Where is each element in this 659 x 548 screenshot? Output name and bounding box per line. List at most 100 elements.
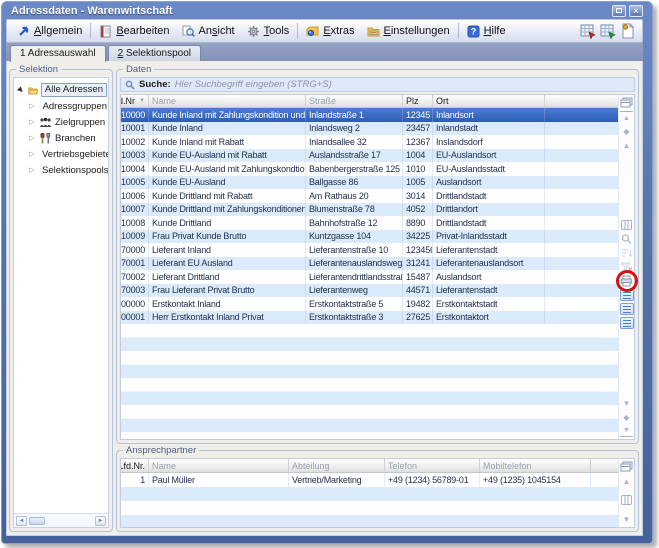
tree-item-zielgruppen[interactable]: ▷ Zielgruppen: [28, 114, 107, 130]
column-header-name[interactable]: Name: [149, 459, 289, 472]
tree-item-selektionspools[interactable]: ▷ Selektionspools: [28, 162, 107, 178]
cell-name: Paul Müller: [149, 473, 289, 487]
table-row[interactable]: 10004 Kunde EU-Ausland mit Zahlungskondt…: [121, 162, 618, 176]
cell-name: Kunde EU-Ausland: [149, 176, 306, 190]
table-row[interactable]: 70001 Lieferant EU Ausland Lieferantenau…: [121, 257, 618, 271]
list-view-icon[interactable]: [620, 317, 634, 329]
table-row[interactable]: 10007 Kunde Drittland mit Zahlungskondit…: [121, 203, 618, 217]
column-header-plz[interactable]: Plz: [403, 95, 433, 107]
cell-strasse: Blumenstraße 78: [306, 203, 403, 217]
table-row[interactable]: 10008 Kunde Drittland Bahnhofstraße 12 8…: [121, 216, 618, 230]
table-row[interactable]: 10005 Kunde EU-Ausland Ballgasse 86 1005…: [121, 176, 618, 190]
horizontal-scrollbar[interactable]: ◄ ►: [14, 513, 108, 527]
tree-item-label: Adressgruppen: [43, 101, 107, 112]
scrollbar-thumb[interactable]: [29, 517, 45, 525]
expander-collapsed-icon[interactable]: ▷: [28, 150, 36, 158]
table-row[interactable]: 10000 Kunde Inland mit Zahlungskondition…: [121, 108, 618, 122]
tree-item-alle-adressen[interactable]: ▶ Alle Adressen: [17, 82, 107, 98]
tree-item-vertriebsgebiete[interactable]: ▷ Vertriebsgebiete: [28, 146, 107, 162]
expander-collapsed-icon[interactable]: ▷: [28, 166, 36, 174]
scroll-bottom-icon[interactable]: ▼: [620, 425, 633, 437]
scroll-down-icon[interactable]: ▼: [620, 513, 633, 525]
table-row[interactable]: 100001 Herr Erstkontakt Inland Privat Er…: [121, 311, 618, 325]
scroll-right-icon[interactable]: ►: [95, 516, 106, 526]
cell-ort: Auslandsort: [433, 176, 545, 190]
cell-strasse: Kuntzgasse 104: [306, 230, 403, 244]
grid-export-green-icon[interactable]: [600, 23, 616, 39]
clear-filter-icon[interactable]: [620, 261, 633, 273]
tab-adressauswahl[interactable]: 1 Adressauswahl: [10, 45, 106, 62]
cell-strasse: Lieferantenstraße 10: [306, 243, 403, 257]
print-icon[interactable]: [620, 275, 633, 287]
titlebar[interactable]: Adressdaten - Warenwirtschaft ×: [6, 2, 643, 19]
menu-item-einstellungen[interactable]: Einstellungen: [361, 23, 456, 40]
column-chooser-icon[interactable]: [620, 461, 633, 473]
sort-icon[interactable]: [620, 247, 633, 259]
menu-separator: [90, 23, 91, 39]
list-view-icon[interactable]: [620, 303, 634, 315]
tree-item-label: Zielgruppen: [55, 117, 105, 128]
expander-expanded-icon[interactable]: ▶: [15, 84, 26, 95]
table-row[interactable]: 70003 Frau Lieferant Privat Brutto Liefe…: [121, 284, 618, 298]
cell-name: Frau Privat Kunde Brutto: [149, 230, 306, 244]
expander-collapsed-icon[interactable]: ▷: [28, 134, 36, 142]
column-header-mobiltelefon[interactable]: Mobiltelefon: [480, 459, 591, 472]
scroll-down-icon[interactable]: ▼: [620, 397, 633, 409]
search-input[interactable]: Hier Suchbegriff eingeben (STRG+S): [175, 79, 332, 90]
new-document-icon[interactable]: [620, 23, 636, 39]
scroll-diamond-icon[interactable]: ◆: [620, 411, 633, 423]
table-row[interactable]: 1 Paul Müller Vertrieb/Marketing +49 (12…: [121, 473, 618, 487]
restore-button[interactable]: [612, 5, 626, 17]
tree-item-label: Alle Adressen: [41, 83, 107, 97]
menu-item-extras[interactable]: Extras: [300, 23, 360, 40]
grid-export-red-icon[interactable]: [580, 23, 596, 39]
tab-selektionspool[interactable]: 2 Selektionspool: [108, 45, 201, 61]
scroll-up-icon[interactable]: ▲: [620, 139, 633, 151]
column-header-telefon[interactable]: Telefon: [385, 459, 480, 472]
cell-ort: Lieferantenauslandsort: [433, 257, 545, 271]
cell-ort: Lieferantenstadt: [433, 284, 545, 298]
menu-item-hilfe[interactable]: ? Hilfe: [461, 23, 512, 40]
search-bar[interactable]: Suche: Hier Suchbegriff eingeben (STRG+S…: [120, 77, 635, 92]
menu-item-bearbeiten[interactable]: Bearbeiten: [93, 23, 175, 40]
list-view-icon[interactable]: [620, 289, 634, 301]
column-chooser-icon[interactable]: [620, 97, 633, 109]
search-icon[interactable]: [620, 233, 633, 245]
tree-children: ▷ Adressgruppen ▷ Zielgruppen ▷: [17, 98, 107, 178]
column-header-lfdnr[interactable]: Lfd.Nr.: [121, 459, 149, 472]
table-row[interactable]: 10006 Kunde Drittland mit Rabatt Am Rath…: [121, 189, 618, 203]
close-button[interactable]: ×: [629, 5, 643, 17]
expander-collapsed-icon[interactable]: ▷: [28, 118, 36, 126]
column-header-adnr[interactable]: Ad.Nr▼: [121, 95, 149, 107]
grid-columns-icon[interactable]: [620, 494, 633, 506]
table-row[interactable]: 70000 Lieferant Inland Lieferantenstraße…: [121, 243, 618, 257]
menu-item-allgemein[interactable]: Allgemein: [11, 23, 88, 40]
column-header-ort[interactable]: Ort: [433, 95, 545, 107]
tree-item-adressgruppen[interactable]: ▷ Adressgruppen: [28, 98, 107, 114]
scroll-left-icon[interactable]: ◄: [16, 516, 27, 526]
cell-plz: 1004: [403, 149, 433, 163]
expander-collapsed-icon[interactable]: ▷: [28, 102, 36, 110]
column-header-strasse[interactable]: Straße: [306, 95, 403, 107]
table-row[interactable]: 10009 Frau Privat Kunde Brutto Kuntzgass…: [121, 230, 618, 244]
table-row[interactable]: 100000 Erstkontakt Inland Erstkontaktstr…: [121, 297, 618, 311]
contacts-rows: 1 Paul Müller Vertrieb/Marketing +49 (12…: [121, 473, 618, 487]
column-header-name[interactable]: Name: [149, 95, 306, 107]
scroll-up-icon[interactable]: ▲: [620, 475, 633, 487]
cell-ort: EU-Auslandsstadt: [433, 162, 545, 176]
scroll-top-icon[interactable]: ▲: [620, 111, 633, 123]
grid-columns-icon[interactable]: [620, 219, 633, 231]
menu-item-tools[interactable]: Tools: [241, 23, 296, 40]
column-header-abteilung[interactable]: Abteilung: [289, 459, 385, 472]
table-row[interactable]: 10003 Kunde EU-Ausland mit Rabatt Auslan…: [121, 149, 618, 163]
menu-item-ansicht[interactable]: Ansicht: [176, 23, 241, 40]
cell-ort: Lieferantenstadt: [433, 243, 545, 257]
table-row[interactable]: 10001 Kunde Inland Inlandsweg 2 23457 In…: [121, 122, 618, 136]
table-row[interactable]: 70002 Lieferant Drittland Lieferantendri…: [121, 270, 618, 284]
empty-rows-area: [121, 487, 618, 527]
tree-item-branchen[interactable]: ▷ Branchen: [28, 130, 107, 146]
scroll-diamond-icon[interactable]: ◆: [620, 125, 633, 137]
cell-plz: 23457: [403, 122, 433, 136]
table-row[interactable]: 10002 Kunde Inland mit Rabatt Inlandsall…: [121, 135, 618, 149]
cell-name: Lieferant Drittland: [149, 270, 306, 284]
